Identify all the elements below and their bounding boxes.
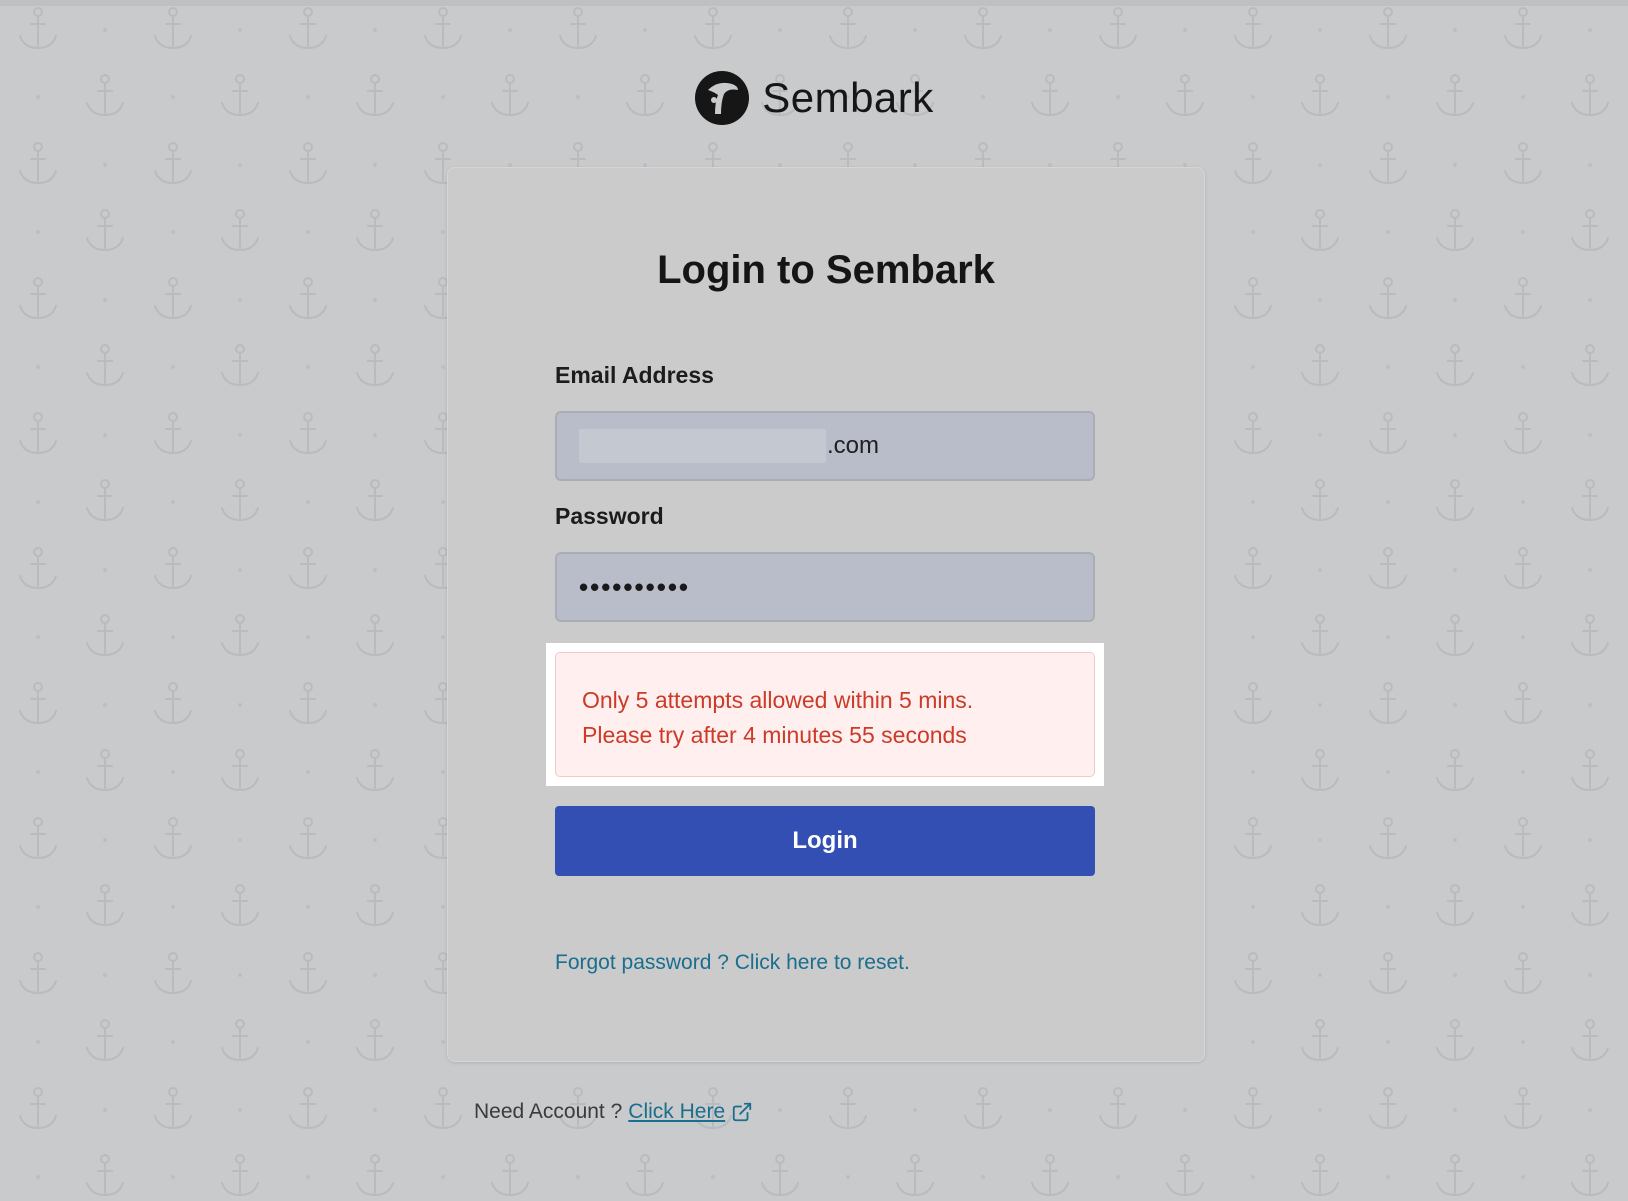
error-line-2: Please try after 4 minutes 55 seconds <box>582 722 967 748</box>
brand-header: Sembark <box>0 70 1628 126</box>
rate-limit-error-alert: Only 5 attempts allowed within 5 mins. P… <box>555 652 1095 777</box>
footer: Need Account ? Click Here <box>474 1100 753 1124</box>
password-masked-value: •••••••••• <box>579 571 691 602</box>
page-title: Login to Sembark <box>657 248 995 292</box>
password-label: Password <box>555 503 664 529</box>
login-card: Login to Sembark Email Address .com Pass… <box>447 167 1205 1062</box>
top-strip <box>0 0 1628 6</box>
error-line-1: Only 5 attempts allowed within 5 mins. <box>582 687 974 713</box>
redacted-email-mask <box>579 429 826 463</box>
external-link-icon <box>732 1102 752 1122</box>
signup-link[interactable]: Click Here <box>628 1100 753 1124</box>
email-field[interactable]: .com <box>555 411 1095 481</box>
email-value-suffix: .com <box>827 432 880 459</box>
email-label: Email Address <box>555 362 714 388</box>
signup-link-label: Click Here <box>628 1100 726 1123</box>
need-account-text: Need Account ? <box>474 1100 623 1123</box>
password-field[interactable]: •••••••••• <box>555 552 1095 622</box>
forgot-password-link[interactable]: Forgot password ? Click here to reset. <box>555 951 910 975</box>
login-button[interactable]: Login <box>555 806 1095 876</box>
sembark-logo-icon <box>695 71 750 125</box>
brand-name: Sembark <box>762 74 934 121</box>
